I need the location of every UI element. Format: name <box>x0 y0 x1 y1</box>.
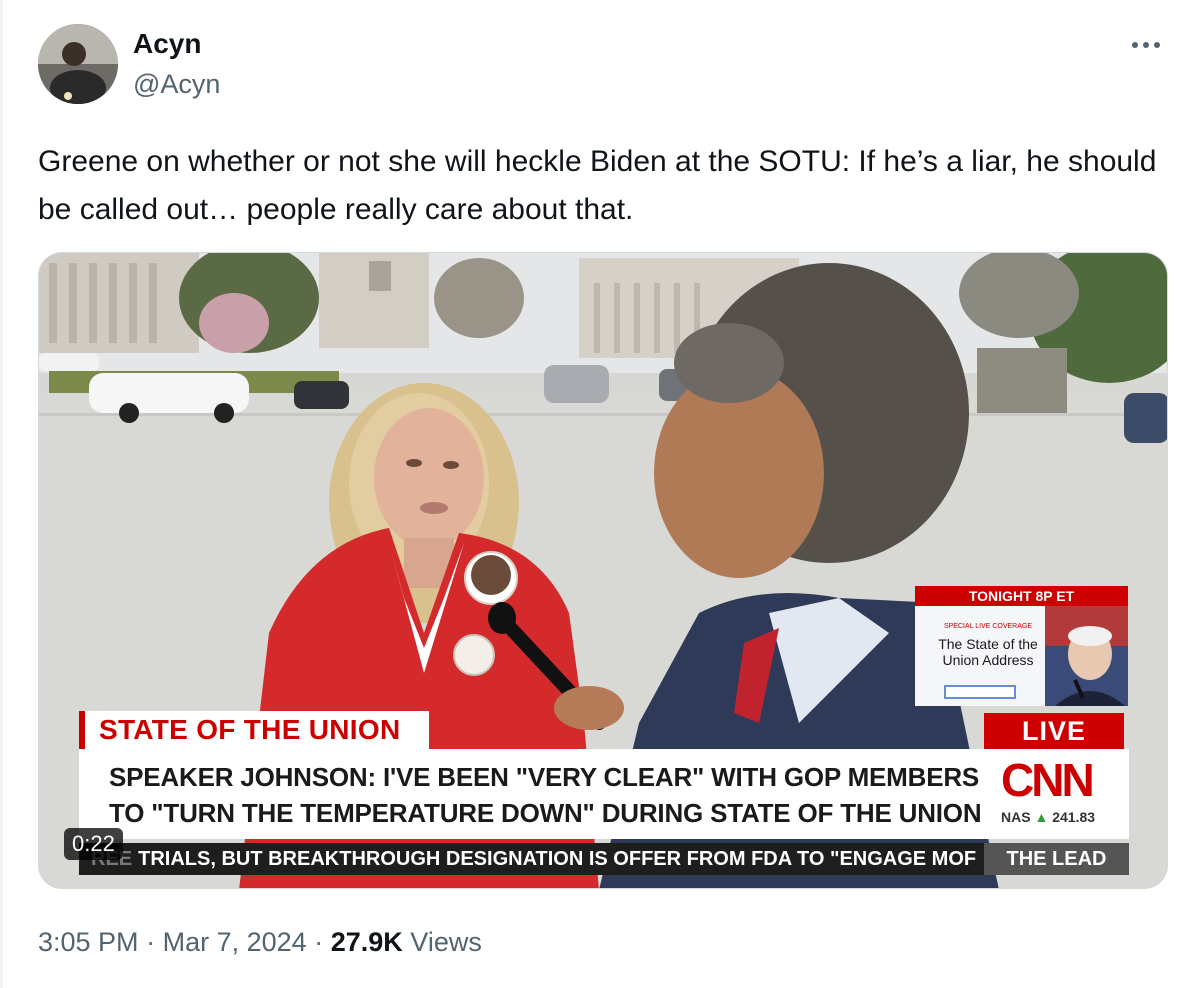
user-avatar[interactable] <box>38 24 118 104</box>
page-edge <box>0 0 3 988</box>
meta-separator: · <box>146 927 156 957</box>
views-count: 27.9K <box>330 927 403 957</box>
meta-separator-2: · <box>314 927 324 957</box>
promo-subtitle: SPECIAL LIVE COVERAGE <box>943 623 1033 630</box>
news-ticker: REETRIALS, BUT BREAKTHROUGH DESIGNATION … <box>79 843 1129 875</box>
promo-header: TONIGHT 8P ET <box>915 586 1128 606</box>
headline-line-2: TO "TURN THE TEMPERATURE DOWN" DURING ST… <box>109 798 982 828</box>
video-player[interactable]: TONIGHT 8P ET SPECIAL LIVE COVERAGE The … <box>38 252 1168 889</box>
more-horizontal-icon <box>1132 42 1160 48</box>
market-label: NAS <box>1001 809 1031 825</box>
ticker-text: TRIALS, BUT BREAKTHROUGH DESIGNATION IS … <box>138 848 977 870</box>
author-name[interactable]: Acyn <box>133 28 201 60</box>
tweet-text: Greene on whether or not she will heckle… <box>38 145 1157 226</box>
views-label: Views <box>410 927 482 957</box>
author-handle[interactable]: @Acyn <box>133 68 220 100</box>
promo-title: The State of the Union Address <box>938 636 1038 668</box>
video-timer: 0:22 <box>64 828 123 860</box>
market-value: 241.83 <box>1052 809 1096 825</box>
section-title: STATE OF THE UNION <box>79 711 429 749</box>
tweet-time[interactable]: 3:05 PM <box>38 927 139 957</box>
market-ticker: NAS ▲ 241.83 <box>1001 809 1095 825</box>
avatar-image <box>38 24 118 104</box>
network-logo: CNN <box>1001 754 1095 806</box>
live-badge: LIVE <box>984 713 1124 749</box>
more-options-button[interactable] <box>1124 30 1168 60</box>
show-name: THE LEAD <box>984 843 1129 875</box>
tweet-meta: 3:05 PM · Mar 7, 2024 · 27.9K Views <box>38 924 482 960</box>
tweet-date[interactable]: Mar 7, 2024 <box>163 927 307 957</box>
market-up-icon: ▲ <box>1034 809 1049 825</box>
headline: SPEAKER JOHNSON: I'VE BEEN "VERY CLEAR" … <box>79 749 1129 839</box>
headline-line-1: SPEAKER JOHNSON: I'VE BEEN "VERY CLEAR" … <box>109 762 980 792</box>
